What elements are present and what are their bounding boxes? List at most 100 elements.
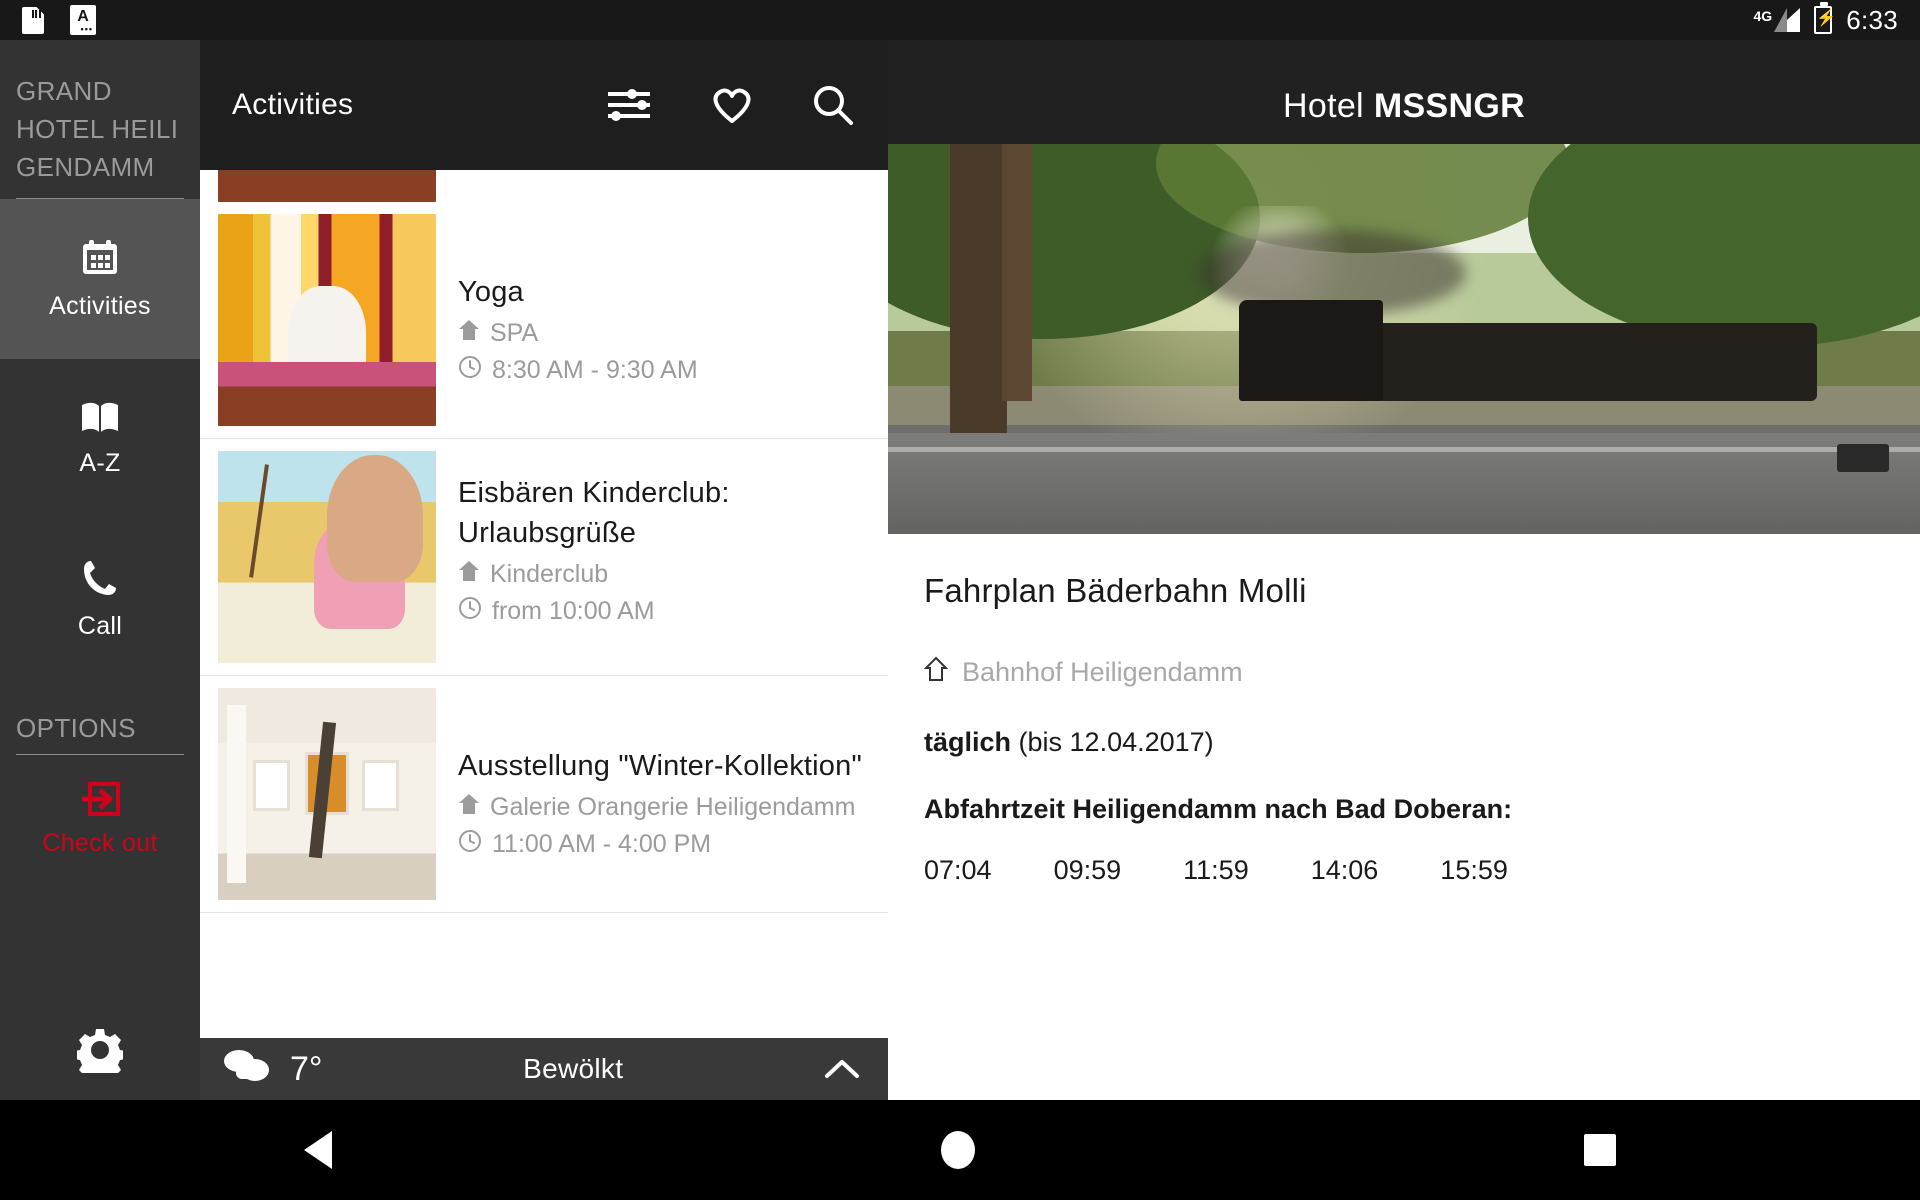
detail-panel: Hotel MSSNGR Fahrplan Bäderbahn Molli Ba…	[888, 40, 1920, 1100]
table-row[interactable]: Eisbären Kinderclub: Urlaubsgrüße Kinder…	[200, 439, 888, 676]
schedule-note: (bis 12.04.2017)	[1018, 727, 1214, 757]
row-time-meta: 11:00 AM - 4:00 PM	[458, 829, 862, 860]
sidebar-item-az[interactable]: A-Z	[0, 359, 200, 519]
list-title: Activities	[232, 88, 354, 121]
checkout-label: Check out	[42, 829, 158, 857]
table-row[interactable]: Yoga SPA 8:30 AM - 9:30 AM	[200, 202, 888, 439]
sidebar-item-label: Activities	[49, 291, 151, 320]
phone-icon	[81, 558, 119, 598]
list-header-actions	[606, 84, 854, 126]
checkout-button[interactable]: Check out	[0, 781, 200, 858]
row-body: Yoga SPA 8:30 AM - 9:30 AM	[458, 214, 698, 386]
home-icon	[458, 559, 480, 590]
hotel-name-line: GENDAMM	[16, 152, 155, 182]
detail-schedule-line: täglich (bis 12.04.2017)	[924, 727, 1884, 758]
row-title: Eisbären Kinderclub: Urlaubsgrüße	[458, 477, 730, 549]
row-time-meta: from 10:00 AM	[458, 596, 878, 627]
schedule-label: täglich	[924, 727, 1012, 757]
logout-icon	[80, 781, 120, 817]
cloudy-icon	[222, 1047, 276, 1092]
chevron-up-icon[interactable]	[824, 1057, 860, 1081]
sidebar-item-activities[interactable]: Activities	[0, 199, 200, 359]
screen-root: A ••• 4G ⚡ 6:33 Hotel MSSNGR Fahrplan Bä…	[0, 0, 1920, 1200]
hotel-name-line: HOTEL HEILI	[16, 114, 179, 144]
weather-temp-group: 7°	[222, 1047, 323, 1092]
signal-bars-icon	[1774, 8, 1801, 32]
row-location: Galerie Orangerie Heiligendamm	[490, 793, 856, 821]
calendar-icon	[80, 238, 120, 278]
app-badge-letter: A	[77, 8, 89, 25]
clock-icon	[458, 829, 482, 860]
nav-drawer: GRAND HOTEL HEILI GENDAMM Activities A-Z…	[0, 40, 200, 1100]
yoga-thumbnail	[218, 214, 436, 426]
gallery-thumbnail	[218, 688, 436, 900]
android-status-bar: A ••• 4G ⚡ 6:33	[0, 0, 1920, 40]
row-location-meta: Kinderclub	[458, 559, 878, 590]
detail-title: Fahrplan Bäderbahn Molli	[924, 572, 1307, 609]
home-icon	[458, 318, 480, 349]
departure-heading: Abfahrtzeit Heiligendamm nach Bad Dobera…	[924, 794, 1513, 824]
row-location: SPA	[490, 319, 539, 347]
app-title-light: Hotel	[1283, 86, 1364, 125]
book-icon	[79, 401, 121, 435]
weather-description: Bewölkt	[523, 1053, 624, 1084]
departure-time: 14:06	[1310, 855, 1379, 885]
detail-location: Bahnhof Heiligendamm	[962, 657, 1243, 687]
row-location-meta: Galerie Orangerie Heiligendamm	[458, 792, 862, 823]
row-location: Kinderclub	[490, 560, 609, 588]
weather-bar[interactable]: 7° Bewölkt	[200, 1038, 888, 1100]
home-outline-icon	[923, 656, 949, 689]
weather-temperature: 7°	[290, 1049, 323, 1088]
hotel-name: GRAND HOTEL HEILI GENDAMM	[0, 40, 200, 186]
battery-charging-icon: ⚡	[1814, 2, 1836, 34]
row-time-meta: 8:30 AM - 9:30 AM	[458, 355, 698, 386]
sidebar-item-label: Call	[77, 611, 123, 640]
detail-location-row: Bahnhof Heiligendamm	[923, 656, 1884, 689]
gear-icon	[74, 1027, 126, 1081]
status-bar-left-icons: A •••	[22, 5, 96, 35]
list-row-partial	[200, 170, 888, 202]
row-title: Yoga	[458, 276, 524, 308]
detail-content: Fahrplan Bäderbahn Molli Bahnhof Heilige…	[888, 534, 1920, 1100]
filter-icon[interactable]	[606, 86, 652, 124]
android-nav-bar	[0, 1100, 1920, 1200]
sidebar-item-call[interactable]: Call	[0, 519, 200, 679]
hotel-name-line: GRAND	[16, 76, 112, 106]
options-divider	[16, 754, 184, 755]
recents-square-icon[interactable]	[1583, 1134, 1616, 1166]
search-icon[interactable]	[812, 84, 854, 126]
heart-icon[interactable]	[710, 85, 754, 125]
status-bar-clock: 6:33	[1846, 4, 1898, 35]
app-badge-icon: A •••	[70, 5, 96, 35]
row-title: Ausstellung "Winter-Kollektion"	[458, 750, 862, 782]
hero-image	[888, 144, 1920, 534]
sdcard-icon	[22, 6, 44, 34]
row-location-meta: SPA	[458, 318, 698, 349]
departure-time: 11:59	[1183, 855, 1249, 885]
row-time: from 10:00 AM	[492, 597, 655, 625]
departure-time: 09:59	[1053, 855, 1122, 885]
back-triangle-icon[interactable]	[304, 1131, 333, 1169]
row-time: 11:00 AM - 4:00 PM	[492, 830, 712, 858]
activities-list-header: Activities	[200, 40, 888, 170]
clock-icon	[458, 355, 482, 386]
row-time: 8:30 AM - 9:30 AM	[492, 356, 698, 384]
sidebar-item-label: A-Z	[79, 448, 121, 477]
departure-time: 15:59	[1440, 855, 1508, 885]
status-bar-right-icons: 4G ⚡ 6:33	[1754, 2, 1899, 36]
activities-list-panel: Activities Yoga SPA 8:30 AM - 9:30 AM Ei…	[200, 40, 888, 1100]
options-header: OPTIONS	[16, 713, 136, 743]
app-title-bold: MSSNGR	[1373, 86, 1525, 125]
table-row[interactable]: Ausstellung "Winter-Kollektion" Galerie …	[200, 676, 888, 913]
clock-icon	[458, 596, 482, 627]
network-label: 4G	[1753, 8, 1773, 24]
row-body: Eisbären Kinderclub: Urlaubsgrüße Kinder…	[458, 451, 878, 627]
kinderclub-thumbnail	[218, 451, 436, 663]
home-icon	[458, 792, 480, 823]
settings-button[interactable]	[0, 1027, 200, 1081]
row-body: Ausstellung "Winter-Kollektion" Galerie …	[458, 688, 862, 860]
departure-times: 07:04 09:59 11:59 14:06 15:59	[924, 855, 1884, 886]
home-circle-icon[interactable]	[940, 1131, 975, 1169]
activities-scroll-area[interactable]: Yoga SPA 8:30 AM - 9:30 AM Eisbären Kind…	[200, 170, 888, 1100]
signal-4g-icon: 4G	[1754, 8, 1801, 32]
